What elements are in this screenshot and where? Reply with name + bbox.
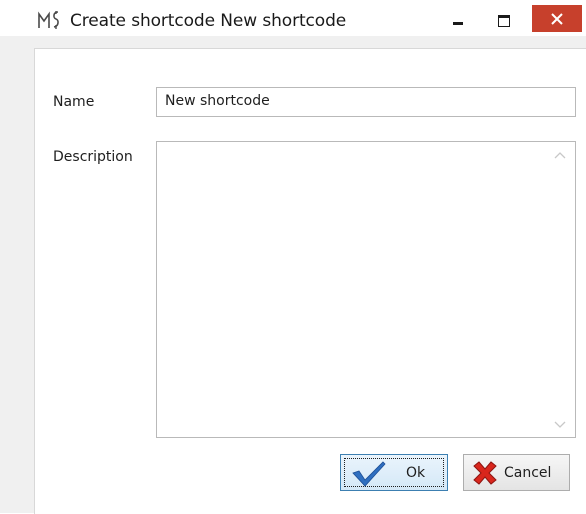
minimize-icon xyxy=(453,22,463,25)
title-bar[interactable]: Create shortcode New shortcode xyxy=(0,0,586,36)
scroll-up-icon[interactable] xyxy=(553,150,567,160)
create-shortcode-dialog: Create shortcode New shortcode Name New … xyxy=(0,0,586,514)
window-title: Create shortcode New shortcode xyxy=(70,11,347,31)
minimize-button[interactable] xyxy=(440,8,476,32)
checkmark-icon xyxy=(352,461,386,487)
ok-button[interactable]: Ok xyxy=(340,454,448,491)
close-button[interactable] xyxy=(532,5,582,32)
scroll-down-icon[interactable] xyxy=(553,420,567,430)
red-x-icon xyxy=(473,461,497,485)
name-input[interactable]: New shortcode xyxy=(156,87,576,117)
cancel-button[interactable]: Cancel xyxy=(463,454,570,491)
ok-label: Ok xyxy=(406,465,426,481)
form-panel: Name New shortcode Description Ok Cancel xyxy=(34,48,586,514)
name-label: Name xyxy=(53,94,95,110)
cancel-label: Cancel xyxy=(504,465,552,481)
maximize-icon xyxy=(498,15,510,27)
description-textarea[interactable] xyxy=(156,141,576,438)
close-icon xyxy=(551,13,563,25)
maximize-button[interactable] xyxy=(486,8,522,32)
app-logo-icon xyxy=(38,11,59,29)
description-label: Description xyxy=(53,149,133,165)
